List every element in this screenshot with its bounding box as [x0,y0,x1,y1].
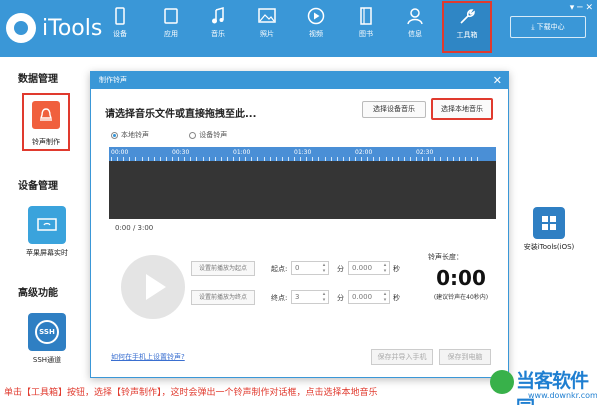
ringtone-dialog: 制作铃声 ✕ 请选择音乐文件或直接拖拽至此... 选择设备音乐 选择本地音乐 本… [90,71,509,378]
start-second-input[interactable]: 0.000 [348,261,390,275]
download-center-button[interactable]: ⤓ 下载中心 [510,16,586,38]
select-local-music-button[interactable]: 选择本地音乐 [431,98,493,120]
video-icon [307,7,325,25]
download-center-label: 下载中心 [536,23,565,31]
nav-device-label: 设备 [113,30,127,38]
length-note: (建议铃声在40秒内) [433,294,489,301]
tick-label: 02:30 [416,149,434,156]
dialog-titlebar: 制作铃声 ✕ [91,72,508,89]
save-import-phone-button[interactable]: 保存并导入手机 [371,349,433,365]
tick-label: 00:30 [172,149,190,156]
radio-local-dot [111,131,118,139]
nav-apps[interactable]: 应用 [148,2,194,52]
nav-photos-label: 照片 [260,30,274,38]
nav-video-label: 视频 [309,30,323,38]
ringtone-maker-highlight: 铃声制作 [22,93,70,151]
dialog-prompt: 请选择音乐文件或直接拖拽至此... [105,109,257,120]
watermark-logo-icon [490,370,514,394]
tick-label: 01:00 [233,149,251,156]
close-window-icon[interactable]: ✕ [585,3,593,13]
set-start-button[interactable]: 设置前播放为起点 [191,261,255,276]
tick-label: 01:30 [294,149,312,156]
screen-mirror-icon [28,206,66,244]
install-itools-label: 安装iTools(iOS) [523,243,575,251]
tick-label: 00:00 [111,149,129,156]
itools-logo-mark [6,13,36,43]
ringtone-source-radios: 本地铃声 设备铃声 [111,130,253,140]
minute-unit: 分 [337,294,344,302]
menu-icon[interactable]: ▾ [570,3,575,13]
book-icon [360,7,372,25]
minimize-icon[interactable]: ─ [577,3,582,13]
radio-device-dot [189,131,197,139]
dialog-close-icon[interactable]: ✕ [493,72,502,89]
music-icon [212,7,224,24]
ssh-icon: SSH [28,313,66,351]
screen-mirror-label: 苹果屏幕实时 [26,249,68,257]
nav-music[interactable]: 音乐 [195,2,241,52]
nav-photos[interactable]: 照片 [244,2,290,52]
install-itools-tile[interactable]: 安装iTools(iOS) [518,207,580,252]
length-value: 0:00 [436,266,486,290]
start-label: 起点: [271,265,288,273]
save-to-pc-button[interactable]: 保存到电脑 [439,349,491,365]
set-end-button[interactable]: 设置前播放为终点 [191,290,255,305]
instruction-caption: 单击【工具箱】按钮，选择【铃声制作】，这时会弹出一个铃声制作对话框，点击选择本地… [4,388,378,398]
section-data-management: 数据管理 [18,74,58,85]
ssh-badge: SSH [35,320,59,344]
ringtone-length-panel: 铃声长度： 0:00 (建议铃声在40秒内) [421,252,501,301]
wrench-icon [460,9,475,24]
install-itools-icon [533,207,565,239]
app-name: iTools [42,15,103,41]
start-minute-input[interactable]: 0 [291,261,329,275]
select-device-music-button[interactable]: 选择设备音乐 [362,101,426,118]
radio-local[interactable]: 本地铃声 [111,131,149,139]
watermark-url: www.downkr.com [528,391,597,400]
radio-device[interactable]: 设备铃声 [189,131,227,139]
ringtone-maker-label: 铃声制作 [32,138,60,146]
how-to-set-ringtone-link[interactable]: 如何在手机上设置铃声? [111,352,185,362]
nav-toolbox-label: 工具箱 [456,31,478,39]
nav-toolbox[interactable]: 工具箱 [442,1,492,53]
photo-icon [258,8,276,23]
ringtone-maker-tile[interactable]: 铃声制作 [22,93,72,151]
nav-contacts-label: 信息 [408,30,422,38]
minute-unit: 分 [337,265,344,273]
itools-window: { "app": { "name": "iTools" }, "nav": [ … [0,0,597,405]
second-unit: 秒 [393,265,400,273]
ssh-tunnel-tile[interactable]: SSH SSH通道 [22,313,72,365]
screen-mirror-tile[interactable]: 苹果屏幕实时 [22,206,72,258]
ssh-tunnel-label: SSH通道 [32,356,62,364]
nav-apps-label: 应用 [164,30,178,38]
tick-label: 02:00 [355,149,373,156]
current-time: 0:00 / 3:00 [115,224,154,232]
nav-music-label: 音乐 [211,30,225,38]
radio-local-label: 本地铃声 [121,131,149,139]
length-label: 铃声长度： [428,253,463,261]
section-device-management: 设备管理 [18,181,58,192]
nav-video[interactable]: 视频 [293,2,339,52]
contacts-icon [407,8,423,25]
apps-icon [164,8,178,24]
timeline-ruler[interactable]: 00:00 00:30 01:00 01:30 02:00 02:30 [109,147,496,161]
window-controls: ▾ ─ ✕ [570,3,593,13]
waveform-area[interactable] [109,161,496,219]
dialog-title: 制作铃声 [99,76,127,84]
play-button[interactable] [121,255,185,319]
site-watermark: 当客软件园 www.downkr.com [488,366,597,405]
phone-icon [115,7,125,25]
bell-icon [32,101,60,129]
nav-device[interactable]: 设备 [97,2,143,52]
nav-contacts[interactable]: 信息 [392,2,438,52]
radio-device-label: 设备铃声 [199,131,228,139]
second-unit: 秒 [393,294,400,302]
top-toolbar: iTools 设备 应用 音乐 照片 视频 图书 信息 工具箱 ▾ ─ ✕ ⤓ … [0,0,597,57]
section-advanced: 高级功能 [18,288,58,299]
nav-books[interactable]: 图书 [343,2,389,52]
end-minute-input[interactable]: 3 [291,290,329,304]
nav-books-label: 图书 [359,30,373,38]
end-second-input[interactable]: 0.000 [348,290,390,304]
end-label: 终点: [271,294,288,302]
